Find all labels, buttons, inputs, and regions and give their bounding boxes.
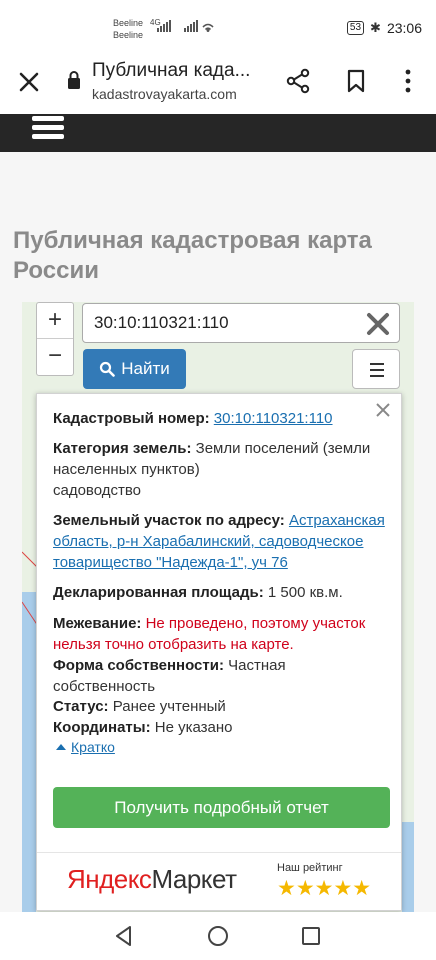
more-icon[interactable] — [403, 68, 413, 94]
search-box — [82, 303, 400, 343]
lock-icon — [68, 71, 80, 89]
status-right: 53 ✱ 23:06 — [346, 20, 422, 36]
cadastral-number-link[interactable]: 30:10:110321:110 — [214, 410, 333, 427]
site-navbar — [0, 114, 436, 152]
rating-stars: ★★★★★ — [277, 877, 372, 900]
site-heading: Публичная кадастровая карта России — [13, 227, 372, 284]
clock: 23:06 — [386, 20, 422, 36]
layers-menu-button[interactable] — [352, 349, 400, 389]
carrier-2: Beeline — [113, 30, 144, 40]
logo-yandex: Яндекс — [67, 864, 152, 894]
area-value: 1 500 кв.м. — [267, 584, 343, 601]
divider — [37, 852, 401, 853]
yandex-market-logo[interactable]: ЯндексМаркет — [67, 864, 237, 895]
browser-toolbar: Публичная када... kadastrovayakarta.com — [0, 52, 436, 114]
search-icon — [100, 361, 116, 377]
page-title[interactable]: Публичная када... — [92, 60, 250, 82]
share-icon[interactable] — [286, 68, 310, 94]
category-sub: садоводство — [53, 482, 142, 499]
signal-icon — [157, 20, 171, 32]
address-label: Земельный участок по адресу: — [53, 512, 285, 529]
survey-row: Межевание: Не проведено, поэтому участок… — [53, 613, 391, 655]
back-icon[interactable] — [112, 924, 136, 948]
brief-label: Кратко — [71, 739, 115, 755]
zoom-in-button[interactable]: + — [37, 303, 73, 339]
brief-toggle-link[interactable]: Кратко — [55, 739, 115, 755]
rating-label: Наш рейтинг — [277, 862, 343, 874]
status-label: Статус: — [53, 698, 109, 715]
bluetooth-icon: ✱ — [370, 20, 381, 35]
system-nav-bar — [0, 912, 436, 960]
signal-icon — [184, 20, 198, 32]
status-bar: Beeline Beeline 4G 53 ✱ 23:06 — [0, 0, 436, 52]
zoom-control: + − — [36, 302, 74, 376]
get-report-button[interactable]: Получить подробный отчет — [53, 787, 390, 828]
home-icon[interactable] — [206, 924, 230, 948]
close-icon[interactable] — [16, 69, 42, 95]
parcel-info-popup: Кадастровый номер: 30:10:110321:110 Кате… — [36, 393, 402, 911]
coordinates-label: Координаты: — [53, 719, 151, 736]
area-label: Декларированная площадь: — [53, 584, 264, 601]
category-label: Категория земель: — [53, 440, 192, 457]
hamburger-menu-icon[interactable] — [32, 116, 64, 142]
search-button-label: Найти — [121, 359, 170, 378]
clear-icon[interactable] — [365, 311, 391, 337]
carrier-1: Beeline — [113, 18, 144, 28]
coordinates-value: Не указано — [154, 719, 233, 736]
land-category-row: Категория земель: Земли поселений (земли… — [53, 438, 391, 501]
ownership-label: Форма собственности: — [53, 657, 224, 674]
cadastral-label: Кадастровый номер: — [53, 410, 210, 427]
search-button[interactable]: Найти — [83, 349, 186, 389]
area-row: Декларированная площадь: 1 500 кв.м. — [53, 582, 391, 603]
status-row: Статус: Ранее учтенный — [53, 696, 391, 717]
address-row: Земельный участок по адресу: Астраханска… — [53, 510, 391, 573]
recents-icon[interactable] — [299, 924, 323, 948]
triangle-up-icon — [56, 744, 66, 750]
survey-label: Межевание: — [53, 615, 142, 632]
bookmark-icon[interactable] — [346, 68, 366, 94]
battery-icon: 53 — [346, 21, 365, 35]
zoom-out-button[interactable]: − — [37, 339, 73, 375]
status-value: Ранее учтенный — [112, 698, 226, 715]
ownership-row: Форма собственности: Частная собственнос… — [53, 655, 391, 697]
cadastral-search-input[interactable] — [83, 304, 353, 342]
wifi-icon — [202, 23, 214, 32]
cadastral-number-row: Кадастровый номер: 30:10:110321:110 — [53, 408, 391, 429]
page-domain[interactable]: kadastrovayakarta.com — [92, 86, 237, 102]
carrier-info: Beeline Beeline — [113, 17, 143, 41]
coordinates-row: Координаты: Не указано — [53, 717, 391, 738]
logo-market: Маркет — [151, 864, 237, 894]
